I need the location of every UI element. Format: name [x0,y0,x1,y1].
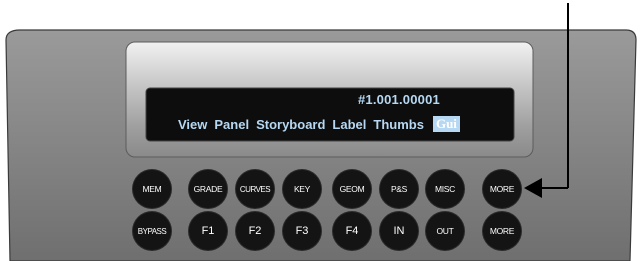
lcd-code-readout: #1.001.00001 [358,92,440,107]
key-button[interactable]: KEY [283,170,321,208]
lcd-menu-storyboard[interactable]: Storyboard [256,117,325,132]
misc-button[interactable]: MISC [426,170,464,208]
f1-button[interactable]: F1 [189,212,227,250]
lcd-menu-thumbs[interactable]: Thumbs [373,117,424,132]
more-button-bottom[interactable]: MORE [483,212,521,250]
lcd-menu-panel[interactable]: Panel [214,117,249,132]
more-button-top[interactable]: MORE [483,170,521,208]
f4-button[interactable]: F4 [333,212,371,250]
f2-button[interactable]: F2 [236,212,274,250]
lcd-menu-label[interactable]: Label [332,117,366,132]
in-button[interactable]: IN [380,212,418,250]
geom-button[interactable]: GEOM [333,170,371,208]
bypass-button[interactable]: BYPASS [133,212,171,250]
grade-button[interactable]: GRADE [189,170,227,208]
out-button[interactable]: OUT [426,212,464,250]
ps-button[interactable]: P&S [380,170,418,208]
lcd-menu-gui[interactable]: Gui [432,116,460,132]
curves-button[interactable]: CURVES [236,170,274,208]
lcd-menu-view[interactable]: View [178,117,207,132]
lcd-menu-row: View Panel Storyboard Label Thumbs Gui [178,115,467,133]
mem-button[interactable]: MEM [133,170,171,208]
f3-button[interactable]: F3 [283,212,321,250]
